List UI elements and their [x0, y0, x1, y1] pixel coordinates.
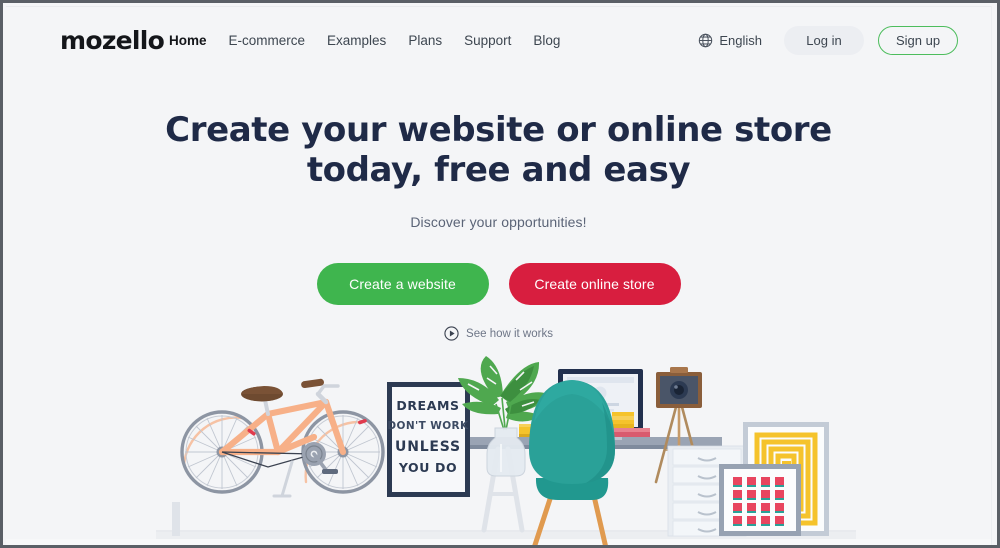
poster-line-4: YOU DO — [398, 460, 457, 475]
cta-button-group: Create a website Create online store — [6, 263, 991, 305]
nav-item-home[interactable]: Home — [169, 33, 221, 49]
create-online-store-button[interactable]: Create online store — [508, 263, 681, 305]
page-scrollbar[interactable] — [991, 6, 997, 545]
nav-item-support[interactable]: Support — [464, 33, 525, 49]
site-header: mozello Home E-commerce Examples Plans S… — [6, 6, 991, 76]
nav-item-plans[interactable]: Plans — [408, 33, 456, 49]
hero-section: Create your website or online store toda… — [6, 110, 991, 346]
browser-window: mozello Home E-commerce Examples Plans S… — [0, 0, 1000, 548]
header-actions: English Log in Sign up — [698, 26, 958, 55]
page-title: Create your website or online store toda… — [6, 110, 991, 190]
headline-line-2: today, free and easy — [306, 150, 691, 190]
floor-strip — [6, 539, 991, 545]
brand-logo[interactable]: mozello — [60, 28, 165, 53]
nav-item-ecommerce[interactable]: E-commerce — [229, 33, 320, 49]
left-frame-edge — [172, 502, 180, 536]
red-grid-framed-art — [719, 464, 801, 536]
nav-item-blog[interactable]: Blog — [533, 33, 574, 49]
hero-subtitle: Discover your opportunities! — [410, 214, 587, 230]
see-how-it-works-link[interactable]: See how it works — [444, 326, 553, 341]
main-navigation: Home E-commerce Examples Plans Support B… — [169, 33, 582, 49]
poster-line-2: DON'T WORK — [387, 420, 469, 432]
headline-line-1: Create your website or online store — [165, 110, 832, 150]
page-viewport: mozello Home E-commerce Examples Plans S… — [6, 6, 997, 545]
poster-line-1: DREAMS — [396, 398, 459, 413]
video-link-wrap: See how it works — [6, 305, 991, 346]
language-selector[interactable]: English — [698, 33, 762, 48]
signup-button[interactable]: Sign up — [878, 26, 958, 55]
language-label: English — [719, 33, 762, 48]
nav-item-examples[interactable]: Examples — [327, 33, 400, 49]
hero-illustration: DREAMS DON'T WORK UNLESS YOU DO — [6, 352, 991, 545]
create-website-button[interactable]: Create a website — [316, 263, 489, 305]
video-link-label: See how it works — [466, 327, 553, 340]
poster-line-3: UNLESS — [395, 439, 461, 455]
globe-icon — [698, 33, 713, 48]
play-circle-icon — [444, 326, 459, 341]
login-button[interactable]: Log in — [784, 26, 864, 55]
motivational-poster: DREAMS DON'T WORK UNLESS YOU DO — [387, 382, 470, 497]
